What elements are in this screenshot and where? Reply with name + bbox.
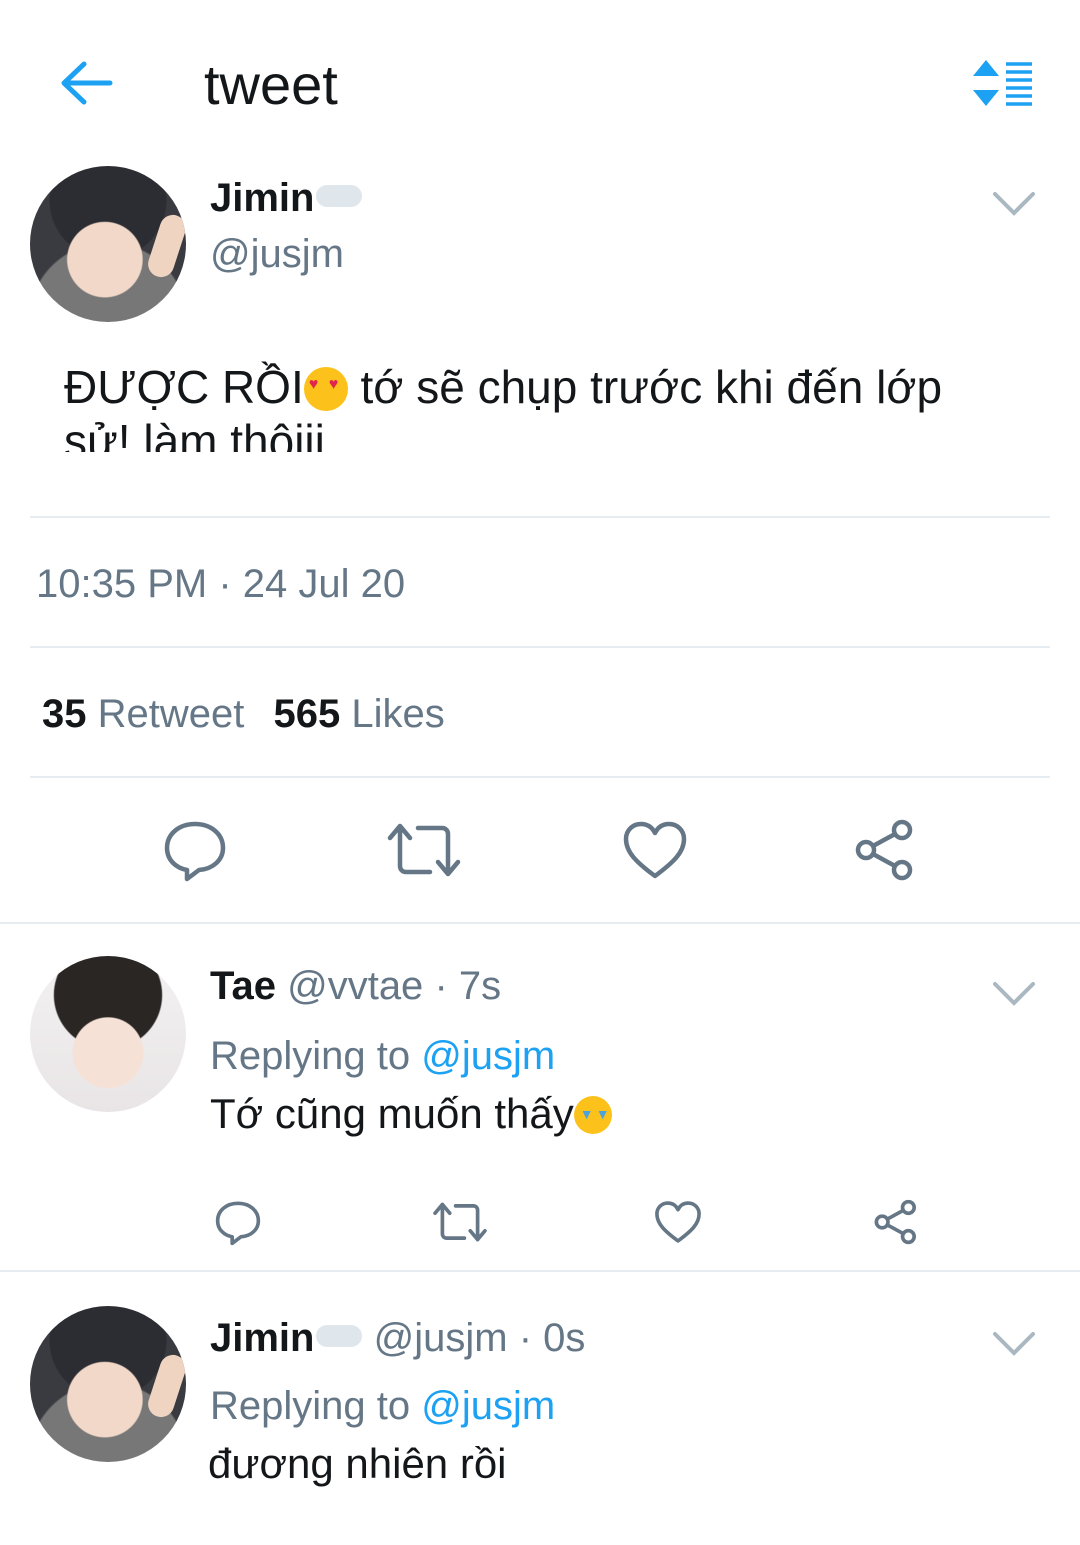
cloud-emoji — [316, 185, 363, 207]
reply-icon[interactable] — [162, 820, 228, 882]
retweet-stat[interactable]: 35 Retweet — [42, 692, 244, 736]
avatar[interactable] — [30, 956, 186, 1112]
back-arrow-icon[interactable] — [58, 58, 114, 108]
heart-eyes-emoji: ♥ ♥ — [303, 367, 348, 411]
share-icon[interactable] — [872, 1198, 920, 1246]
retweet-icon[interactable] — [386, 820, 462, 880]
likes-count: 565 — [273, 692, 341, 736]
chevron-down-icon[interactable] — [992, 190, 1036, 218]
heart-icon[interactable] — [654, 1200, 702, 1244]
reply-time: · 0s — [518, 1316, 586, 1360]
heart-icon[interactable] — [622, 820, 688, 880]
divider — [0, 1270, 1080, 1272]
handle[interactable]: @jusjm — [374, 1316, 508, 1360]
replying-to-label: Replying to — [210, 1034, 411, 1078]
reply-header: Tae @vvtae · 7s — [210, 964, 501, 1009]
retweet-label: Retweet — [97, 692, 245, 736]
display-name: Jimin — [210, 176, 315, 220]
divider — [0, 922, 1080, 924]
divider — [30, 646, 1050, 648]
divider — [30, 776, 1050, 778]
reply-text: đương nhiên rồi — [208, 1440, 507, 1487]
chevron-down-icon[interactable] — [992, 1330, 1036, 1358]
sort-icon[interactable] — [970, 58, 1034, 108]
likes-stat[interactable]: 565 Likes — [274, 692, 445, 736]
share-icon[interactable] — [852, 818, 918, 882]
tweet-timestamp: 10:35 PM · 24 Jul 20 — [36, 562, 406, 606]
divider — [30, 516, 1050, 518]
page-title: tweet — [204, 53, 338, 116]
reply-icon[interactable] — [214, 1200, 262, 1246]
tweet-text-part1: ĐƯỢC RỒI — [64, 361, 304, 413]
tweet-text-line2: sử! làm thôiii — [64, 415, 325, 452]
avatar[interactable] — [30, 166, 186, 322]
handle[interactable]: @vvtae — [287, 964, 423, 1008]
chevron-down-icon[interactable] — [992, 980, 1036, 1008]
retweet-icon[interactable] — [432, 1200, 488, 1244]
avatar[interactable] — [30, 1306, 186, 1462]
tweet-text-part2: tớ sẽ chụp trước khi đến lớp — [347, 361, 943, 413]
replying-to: Replying to @jusjm — [210, 1384, 555, 1429]
engagement-stats: 35 Retweet 565 Likes — [42, 692, 445, 737]
author-handle[interactable]: @jusjm — [210, 232, 344, 277]
reply-text: Tớ cũng muốn thấy ▼ ▼ — [210, 1090, 612, 1138]
replying-to-handle[interactable]: @jusjm — [421, 1384, 555, 1428]
cloud-emoji — [316, 1325, 363, 1347]
display-name[interactable]: Jimin — [210, 1316, 314, 1360]
reply-text-content: Tớ cũng muốn thấy — [210, 1090, 574, 1137]
crying-emoji: ▼ ▼ — [573, 1096, 612, 1134]
tweet-text: ĐƯỢC RỒI ♥ ♥ tớ sẽ chụp trước khi đến lớp … — [64, 360, 1054, 452]
replying-to-label: Replying to — [210, 1384, 411, 1428]
author-name[interactable]: Jimin — [210, 176, 363, 221]
likes-label: Likes — [351, 692, 445, 736]
reply-time: · 7s — [434, 964, 502, 1008]
reply-header: Jimin @jusjm · 0s — [210, 1316, 585, 1361]
retweet-count: 35 — [42, 692, 87, 736]
replying-to-handle[interactable]: @jusjm — [421, 1034, 555, 1078]
replying-to: Replying to @jusjm — [210, 1034, 555, 1079]
display-name[interactable]: Tae — [210, 964, 276, 1008]
